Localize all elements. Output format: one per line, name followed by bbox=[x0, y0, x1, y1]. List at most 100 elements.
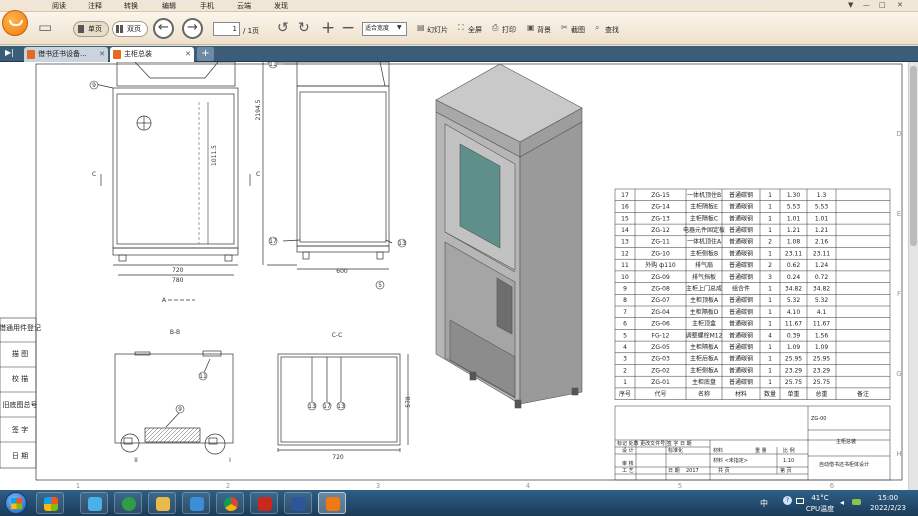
bom-cell: 普通碳钢 bbox=[729, 214, 753, 222]
search-icon[interactable]: ⌕ bbox=[595, 23, 599, 33]
fullscreen-button[interactable]: 全屏 bbox=[468, 25, 482, 35]
dim-width: 720 bbox=[172, 267, 184, 274]
material-label: 材料 bbox=[713, 447, 723, 454]
background-button[interactable]: 背景 bbox=[537, 25, 551, 35]
menu-convert[interactable]: 转换 bbox=[124, 1, 138, 11]
start-button[interactable] bbox=[5, 492, 27, 514]
clock-time[interactable]: 15:00 bbox=[866, 494, 910, 502]
bom-cell: 主柜隔板E bbox=[690, 203, 718, 211]
background-icon[interactable]: ▣ bbox=[527, 23, 535, 32]
tab-main-cabinet[interactable]: 主柜总装 ✕ bbox=[110, 47, 194, 62]
screenshot-button[interactable]: 截图 bbox=[571, 25, 585, 35]
solidworks-icon bbox=[258, 497, 272, 511]
photos-icon bbox=[190, 497, 204, 511]
fullscreen-icon[interactable]: ⛶ bbox=[458, 23, 464, 33]
sidebar-toggle-icon[interactable]: ▶| bbox=[5, 48, 14, 57]
next-page-button[interactable]: → bbox=[182, 18, 203, 39]
bom-cell: 普通碳钢 bbox=[729, 273, 753, 281]
side-view bbox=[262, 62, 393, 270]
bom-cell: 23.29 bbox=[813, 367, 830, 374]
taskbar-explorer[interactable] bbox=[80, 492, 108, 514]
bom-cell: 4 bbox=[623, 344, 627, 351]
process-label: 工 艺 bbox=[622, 468, 634, 474]
new-tab-button[interactable]: + bbox=[197, 47, 214, 61]
bom-cell: 0.72 bbox=[815, 274, 829, 281]
pdf-file-icon bbox=[27, 50, 35, 59]
scrollbar-thumb[interactable] bbox=[910, 66, 917, 246]
bom-cell: 电器元件固定板 bbox=[683, 226, 725, 234]
tab-close-icon[interactable]: ✕ bbox=[185, 47, 191, 61]
rotate-right-icon[interactable]: ↻ bbox=[298, 20, 310, 36]
bom-cell: 1.30 bbox=[787, 192, 801, 199]
zoom-dropdown-arrow-icon[interactable]: ▼ bbox=[397, 24, 402, 31]
menu-edit[interactable]: 编辑 bbox=[162, 1, 176, 11]
balloon: 11 bbox=[199, 373, 207, 380]
clock-date[interactable]: 2022/2/23 bbox=[866, 504, 910, 512]
part-name: 主柜总装 bbox=[836, 438, 856, 445]
taskbar-windows-flag[interactable] bbox=[36, 492, 64, 514]
help-icon[interactable]: ? bbox=[783, 496, 792, 505]
tab-book-device[interactable]: 借书还书设备... ✕ bbox=[24, 47, 108, 62]
bom-cell: 4.1 bbox=[817, 309, 827, 316]
bom-cell: 15 bbox=[621, 215, 629, 222]
bom-cell: 25.95 bbox=[785, 356, 802, 363]
print-icon[interactable]: ⎙ bbox=[492, 23, 498, 33]
taskbar-chrome[interactable] bbox=[216, 492, 244, 514]
single-page-button[interactable]: 单页 bbox=[73, 21, 109, 37]
taskbar-folder[interactable] bbox=[148, 492, 176, 514]
bom-cell: 25.75 bbox=[785, 379, 802, 386]
menu-read[interactable]: 阅读 bbox=[52, 1, 66, 11]
bom-cell: 23.11 bbox=[813, 250, 830, 257]
taskbar-reader[interactable] bbox=[318, 492, 346, 514]
scale-label: 比 例 bbox=[783, 447, 795, 454]
close-button[interactable]: ✕ bbox=[897, 1, 903, 9]
taskbar-solidworks[interactable] bbox=[250, 492, 278, 514]
folder-open-icon[interactable]: ▭ bbox=[38, 18, 52, 36]
bom-cell: ZG-13 bbox=[651, 215, 670, 222]
taskbar-word[interactable] bbox=[284, 492, 312, 514]
zoom-out-icon[interactable]: − bbox=[341, 18, 355, 38]
battery-icon[interactable] bbox=[796, 498, 804, 504]
menu-mobile[interactable]: 手机 bbox=[200, 1, 214, 11]
window-dropdown-button[interactable]: ▼ bbox=[848, 1, 853, 9]
search-button[interactable]: 查找 bbox=[605, 25, 619, 35]
slideshow-icon[interactable]: ▤ bbox=[417, 23, 425, 32]
balloon: 13 bbox=[398, 240, 406, 247]
tab-close-icon[interactable]: ✕ bbox=[99, 47, 105, 61]
app-logo-icon[interactable] bbox=[2, 10, 28, 36]
bom-cell: ZG-15 bbox=[651, 192, 670, 199]
network-icon[interactable] bbox=[852, 499, 861, 505]
drawing-number: ZG-00 bbox=[811, 416, 826, 422]
column-mark: 2 bbox=[226, 482, 230, 490]
prev-page-button[interactable]: ← bbox=[153, 18, 174, 39]
balloon: 9 bbox=[178, 406, 182, 413]
rotate-left-icon[interactable]: ↺ bbox=[277, 20, 289, 36]
detail-label: II bbox=[134, 457, 138, 464]
bom-table: 17 ZG-15 一体机顶住B 普通碳钢 1 1.30 1.316 ZG-14 主柜隔板E 普通碳… bbox=[614, 188, 891, 400]
scissors-icon[interactable]: ✂ bbox=[561, 23, 568, 32]
bom-cell: ZG-03 bbox=[651, 356, 670, 363]
bom-cell: 普通碳钢 bbox=[729, 261, 753, 269]
print-button[interactable]: 打印 bbox=[502, 25, 516, 35]
bom-cell: 普通碳钢 bbox=[729, 355, 753, 363]
language-icon[interactable]: 中 bbox=[760, 498, 768, 509]
menu-discover[interactable]: 发现 bbox=[274, 1, 288, 11]
double-page-button[interactable]: 双页 bbox=[112, 21, 148, 37]
balloon: 17 bbox=[269, 238, 277, 245]
taskbar-ie[interactable] bbox=[114, 492, 142, 514]
bom-cell: 调整螺栓M12 bbox=[686, 331, 723, 339]
page-number-input[interactable]: 1 bbox=[213, 22, 240, 36]
zoom-in-icon[interactable]: + bbox=[321, 18, 335, 38]
bom-cell: 14 bbox=[621, 227, 629, 234]
volume-icon[interactable]: ◂ bbox=[840, 498, 844, 507]
revision-label: 校 描 bbox=[12, 374, 28, 383]
vertical-scrollbar[interactable] bbox=[908, 62, 918, 490]
slideshow-button[interactable]: 幻灯片 bbox=[427, 25, 448, 35]
revision-marks: 标记 处数 更改文件号 签 字 日 期 bbox=[617, 440, 692, 447]
section-label: C bbox=[256, 171, 260, 178]
minimize-button[interactable]: — bbox=[863, 1, 870, 9]
menu-annotate[interactable]: 注释 bbox=[88, 1, 102, 11]
menu-cloud[interactable]: 云端 bbox=[237, 1, 251, 11]
taskbar-photos[interactable] bbox=[182, 492, 210, 514]
maximize-button[interactable]: □ bbox=[879, 1, 886, 9]
